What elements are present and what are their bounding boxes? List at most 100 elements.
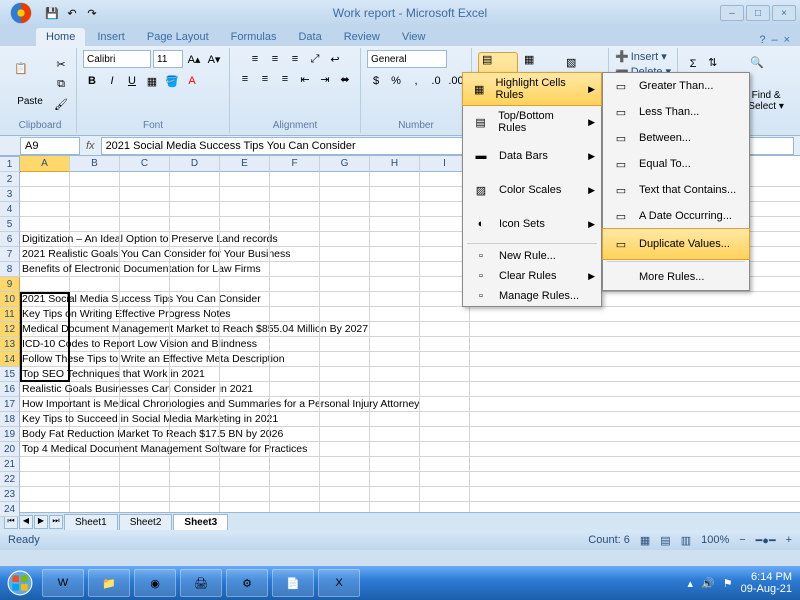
row-header-6[interactable]: 6 — [0, 232, 20, 247]
font-name-input[interactable] — [83, 50, 151, 68]
cell-A8[interactable] — [20, 277, 70, 292]
col-header-D[interactable]: D — [170, 156, 220, 172]
cell-A18[interactable]: Body Fat Reduction Market To Reach $17.5… — [20, 427, 70, 442]
grow-font-icon[interactable]: A▴ — [185, 50, 203, 68]
cell-H22[interactable] — [370, 487, 420, 502]
cell-I11[interactable] — [420, 322, 470, 337]
cell-G22[interactable] — [320, 487, 370, 502]
cell-B21[interactable] — [70, 472, 120, 487]
cell-H14[interactable] — [370, 367, 420, 382]
row-header-4[interactable]: 4 — [0, 202, 20, 217]
bold-icon[interactable]: B — [83, 72, 101, 90]
cell-B23[interactable] — [70, 502, 120, 512]
cell-E6[interactable] — [220, 247, 270, 262]
cell-A4[interactable] — [20, 217, 70, 232]
cell-D16[interactable] — [170, 397, 220, 412]
menu-item-data-bars[interactable]: ▬Data Bars▶ — [463, 139, 601, 173]
row-header-21[interactable]: 21 — [0, 457, 20, 472]
cell-I19[interactable] — [420, 442, 470, 457]
cell-B5[interactable] — [70, 232, 120, 247]
cell-E21[interactable] — [220, 472, 270, 487]
task-explorer[interactable]: 📁 — [88, 569, 130, 597]
cell-H11[interactable] — [370, 322, 420, 337]
task-excel[interactable]: X — [318, 569, 360, 597]
cell-E18[interactable] — [220, 427, 270, 442]
sheet-tab-1[interactable]: Sheet1 — [64, 514, 118, 530]
cell-G14[interactable] — [320, 367, 370, 382]
cell-C21[interactable] — [120, 472, 170, 487]
cell-A1[interactable] — [20, 172, 70, 187]
menu-item-color-scales[interactable]: ▨Color Scales▶ — [463, 173, 601, 207]
cell-H21[interactable] — [370, 472, 420, 487]
orientation-icon[interactable]: ⤢ — [306, 50, 324, 68]
cell-A14[interactable]: Top SEO Techniques that Work in 2021 — [20, 367, 70, 382]
cell-F10[interactable] — [270, 307, 320, 322]
cell-C2[interactable] — [120, 187, 170, 202]
cell-C5[interactable] — [120, 232, 170, 247]
cell-I12[interactable] — [420, 337, 470, 352]
cell-B14[interactable] — [70, 367, 120, 382]
cell-C10[interactable] — [120, 307, 170, 322]
cell-D4[interactable] — [170, 217, 220, 232]
cell-F8[interactable] — [270, 277, 320, 292]
tab-data[interactable]: Data — [288, 28, 331, 46]
task-chrome[interactable]: ◉ — [134, 569, 176, 597]
menu-item-equal-to-[interactable]: ▭Equal To... — [603, 151, 749, 177]
row-header-11[interactable]: 11 — [0, 307, 20, 322]
start-button[interactable] — [0, 566, 40, 600]
system-clock[interactable]: 6:14 PM 09-Aug-21 — [741, 571, 792, 595]
cell-H19[interactable] — [370, 442, 420, 457]
cell-B11[interactable] — [70, 322, 120, 337]
cell-A21[interactable] — [20, 472, 70, 487]
col-header-G[interactable]: G — [320, 156, 370, 172]
cell-B16[interactable] — [70, 397, 120, 412]
cell-B12[interactable] — [70, 337, 120, 352]
cell-E10[interactable] — [220, 307, 270, 322]
cell-F2[interactable] — [270, 187, 320, 202]
cell-F9[interactable] — [270, 292, 320, 307]
row-header-16[interactable]: 16 — [0, 382, 20, 397]
row-header-19[interactable]: 19 — [0, 427, 20, 442]
cell-D23[interactable] — [170, 502, 220, 512]
cell-B20[interactable] — [70, 457, 120, 472]
cell-C11[interactable] — [120, 322, 170, 337]
menu-item-between-[interactable]: ▭Between... — [603, 125, 749, 151]
cell-D2[interactable] — [170, 187, 220, 202]
cell-B1[interactable] — [70, 172, 120, 187]
align-bottom-icon[interactable]: ≡ — [286, 50, 304, 68]
comma-icon[interactable]: , — [407, 72, 425, 90]
cell-A6[interactable]: 2021 Realistic Goals You Can Consider fo… — [20, 247, 70, 262]
cell-C9[interactable] — [120, 292, 170, 307]
cell-B22[interactable] — [70, 487, 120, 502]
cell-A9[interactable]: 2021 Social Media Success Tips You Can C… — [20, 292, 70, 307]
cell-C19[interactable] — [120, 442, 170, 457]
cell-I15[interactable] — [420, 382, 470, 397]
number-format-select[interactable] — [367, 50, 447, 68]
cell-E16[interactable] — [220, 397, 270, 412]
col-header-H[interactable]: H — [370, 156, 420, 172]
cell-A13[interactable]: Follow These Tips to Write an Effective … — [20, 352, 70, 367]
cell-F1[interactable] — [270, 172, 320, 187]
cell-E12[interactable] — [220, 337, 270, 352]
cell-G15[interactable] — [320, 382, 370, 397]
cell-A20[interactable] — [20, 457, 70, 472]
cell-H9[interactable] — [370, 292, 420, 307]
cell-I10[interactable] — [420, 307, 470, 322]
view-normal-icon[interactable]: ▦ — [640, 534, 650, 547]
cell-G21[interactable] — [320, 472, 370, 487]
cell-A3[interactable] — [20, 202, 70, 217]
tab-home[interactable]: Home — [36, 28, 85, 46]
maximize-button[interactable]: □ — [746, 5, 770, 21]
view-break-icon[interactable]: ▥ — [681, 534, 691, 547]
col-header-B[interactable]: B — [70, 156, 120, 172]
cell-C4[interactable] — [120, 217, 170, 232]
cell-C16[interactable] — [120, 397, 170, 412]
row-header-1[interactable]: 1 — [0, 157, 20, 172]
col-header-A[interactable]: A — [20, 156, 70, 172]
menu-item-duplicate-values-[interactable]: ▭Duplicate Values... — [602, 228, 750, 260]
task-app1[interactable]: 🖨 — [180, 569, 222, 597]
cell-H7[interactable] — [370, 262, 420, 277]
cell-H12[interactable] — [370, 337, 420, 352]
cell-C15[interactable] — [120, 382, 170, 397]
menu-item-manage-rules-[interactable]: ▫Manage Rules... — [463, 286, 601, 306]
